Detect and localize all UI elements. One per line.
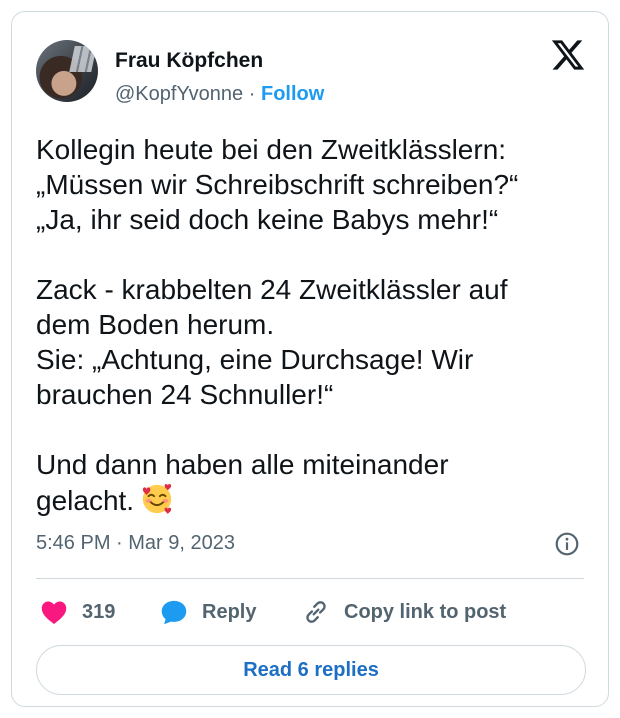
copy-link-button[interactable]: Copy link to post (302, 590, 506, 634)
handle-separator: · (248, 83, 256, 105)
tweet-header: Frau Köpfchen @KopfYvonne · Follow (36, 37, 586, 107)
like-count: 319 (82, 600, 116, 623)
reply-button[interactable]: Reply (160, 590, 256, 634)
tweet-paragraph-3: Und dann haben alle miteinander gelacht. (36, 447, 596, 518)
tweet-text: Kollegin heute bei den Zweitklässlern: „… (36, 132, 596, 518)
x-logo-icon[interactable] (550, 37, 586, 73)
tweet-last-line: Und dann haben alle miteinander gelacht. (36, 449, 449, 516)
copy-link-label: Copy link to post (344, 600, 507, 623)
action-bar: 319 Reply Copy link to post (36, 590, 586, 634)
author-display-name[interactable]: Frau Köpfchen (115, 49, 263, 73)
divider (36, 578, 584, 579)
avatar[interactable] (36, 40, 98, 102)
author-handle[interactable]: @KopfYvonne (115, 83, 243, 105)
tweet-timestamp[interactable]: 5:46 PM · Mar 9, 2023 (36, 532, 235, 555)
tweet-paragraph-1: Kollegin heute bei den Zweitklässlern: „… (36, 134, 519, 235)
link-icon (306, 601, 326, 623)
like-button[interactable]: 319 (40, 590, 115, 634)
follow-button[interactable]: Follow (261, 83, 324, 105)
read-replies-button[interactable]: Read 6 replies (36, 645, 586, 695)
smiling-face-with-hearts-icon (142, 484, 172, 515)
avatar-background (69, 46, 97, 72)
tweet-card: Frau Köpfchen @KopfYvonne · Follow Kolle… (11, 11, 609, 707)
tweet-paragraph-2: Zack - krabbelten 24 Zweitklässler auf d… (36, 274, 508, 410)
reply-label: Reply (202, 600, 257, 623)
info-icon[interactable] (554, 531, 580, 557)
heart-icon (41, 601, 67, 625)
author-handle-row: @KopfYvonne · Follow (115, 83, 324, 106)
reply-bubble-icon (161, 600, 187, 625)
